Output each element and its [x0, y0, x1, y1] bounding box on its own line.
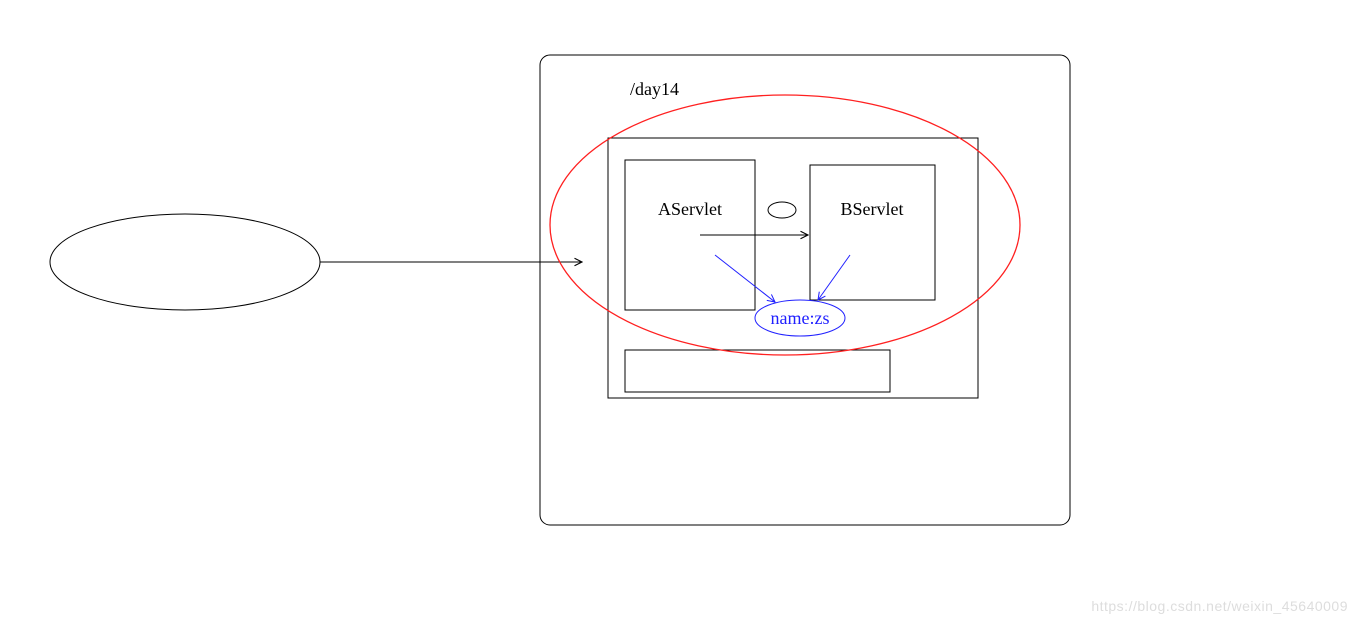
response-box — [625, 350, 890, 392]
context-path-label: /day14 — [630, 79, 679, 99]
watermark-text: https://blog.csdn.net/weixin_45640009 — [1091, 598, 1348, 614]
request-attribute-label: name:zs — [771, 308, 830, 328]
client-ellipse — [50, 214, 320, 310]
webapp-container — [608, 138, 978, 398]
b-servlet-label: BServlet — [841, 199, 904, 219]
a-servlet-label: AServlet — [658, 199, 722, 219]
b-servlet-box — [810, 165, 935, 300]
a-to-attr-arrow — [715, 255, 775, 302]
forward-symbol — [768, 202, 796, 218]
b-to-attr-arrow — [818, 255, 850, 300]
diagram-canvas: /day14 AServlet BServlet name:zs — [0, 0, 1360, 620]
server-container — [540, 55, 1070, 525]
